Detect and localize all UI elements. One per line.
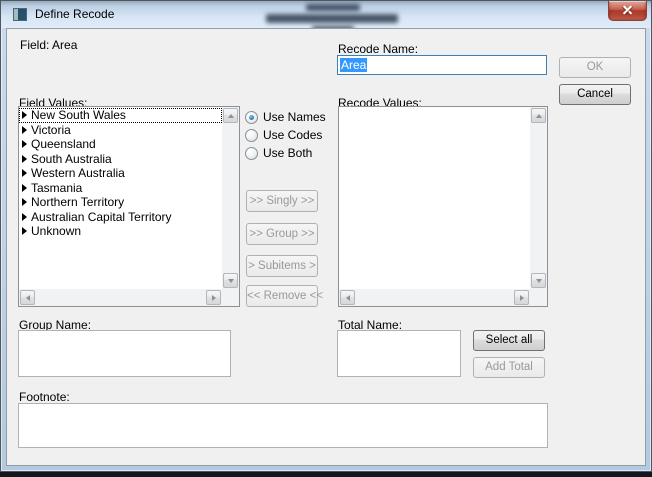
radio-button-icon xyxy=(245,147,258,160)
arrow-up-icon xyxy=(536,114,542,118)
radio-button-icon xyxy=(245,129,258,142)
remove-button[interactable]: << Remove << xyxy=(246,285,318,307)
background-window-blur xyxy=(266,14,398,23)
scroll-left-button[interactable] xyxy=(20,290,35,305)
radio-use-codes[interactable]: Use Codes xyxy=(245,128,322,142)
scrollbar-corner xyxy=(530,289,547,306)
group-button[interactable]: >> Group >> xyxy=(246,223,318,245)
list-item-label: Unknown xyxy=(31,224,81,239)
radio-button-icon xyxy=(245,111,258,124)
footnote-input[interactable] xyxy=(18,403,548,448)
list-item-label: South Australia xyxy=(31,152,112,167)
triangle-icon xyxy=(22,198,27,206)
field-values-listbox[interactable]: New South WalesVictoriaQueenslandSouth A… xyxy=(18,106,240,307)
list-item[interactable]: Victoria xyxy=(19,123,222,138)
triangle-icon xyxy=(22,184,27,192)
radio-label: Use Names xyxy=(263,110,326,124)
scroll-down-button[interactable] xyxy=(531,273,546,288)
triangle-icon xyxy=(22,126,27,134)
close-button[interactable] xyxy=(608,1,647,21)
scrollbar-corner xyxy=(222,289,239,306)
arrow-up-icon xyxy=(228,114,234,118)
recode-values-listbox[interactable] xyxy=(338,106,548,307)
scroll-up-button[interactable] xyxy=(223,108,238,123)
list-item-label: Northern Territory xyxy=(31,195,124,210)
select-all-button[interactable]: Select all xyxy=(473,330,545,351)
scroll-right-button[interactable] xyxy=(206,290,221,305)
radio-use-both[interactable]: Use Both xyxy=(245,146,312,160)
triangle-icon xyxy=(22,155,27,163)
list-item[interactable]: Tasmania xyxy=(19,181,222,196)
group-name-input[interactable] xyxy=(18,330,231,377)
list-item-label: Tasmania xyxy=(31,181,82,196)
list-item-label: Western Australia xyxy=(31,166,125,181)
scroll-down-button[interactable] xyxy=(223,273,238,288)
radio-use-names[interactable]: Use Names xyxy=(245,110,326,124)
recode-name-input[interactable]: Area xyxy=(337,55,547,75)
radio-label: Use Both xyxy=(263,146,312,160)
app-icon xyxy=(13,8,27,21)
total-name-input[interactable] xyxy=(337,330,461,377)
list-item-label: Australian Capital Territory xyxy=(31,210,172,225)
window-title: Define Recode xyxy=(35,1,114,27)
triangle-icon xyxy=(22,213,27,221)
subitems-button[interactable]: > Subitems > xyxy=(246,255,318,277)
add-total-button[interactable]: Add Total xyxy=(473,357,545,378)
radio-label: Use Codes xyxy=(263,128,322,142)
list-item[interactable]: Northern Territory xyxy=(19,195,222,210)
list-item[interactable]: New South Wales xyxy=(19,108,222,123)
list-item[interactable]: Queensland xyxy=(19,137,222,152)
horizontal-scrollbar[interactable] xyxy=(19,289,222,306)
list-item-label: Queensland xyxy=(31,137,96,152)
list-item[interactable]: South Australia xyxy=(19,152,222,167)
list-item[interactable]: Unknown xyxy=(19,224,222,239)
list-item[interactable]: Western Australia xyxy=(19,166,222,181)
field-label: Field: Area xyxy=(20,38,77,52)
background-window-blur xyxy=(306,4,360,11)
vertical-scrollbar[interactable] xyxy=(222,107,239,289)
scroll-up-button[interactable] xyxy=(531,108,546,123)
list-item-label: Victoria xyxy=(31,123,71,138)
ok-button[interactable]: OK xyxy=(559,57,631,78)
triangle-icon xyxy=(22,227,27,235)
scroll-right-button[interactable] xyxy=(514,290,529,305)
define-recode-dialog: Define Recode Field: Area Recode Name: A… xyxy=(0,0,652,472)
arrow-right-icon xyxy=(212,295,216,301)
singly-button[interactable]: >> Singly >> xyxy=(246,190,318,212)
titlebar[interactable]: Define Recode xyxy=(1,1,651,28)
recode-name-label: Recode Name: xyxy=(338,42,418,56)
triangle-icon xyxy=(22,140,27,148)
arrow-left-icon xyxy=(346,295,350,301)
cancel-button[interactable]: Cancel xyxy=(559,84,631,105)
dialog-body: Field: Area Recode Name: Area OK Cancel … xyxy=(6,28,646,466)
triangle-icon xyxy=(22,111,27,119)
footnote-label: Footnote: xyxy=(19,390,70,404)
triangle-icon xyxy=(22,169,27,177)
close-icon xyxy=(622,5,633,16)
arrow-right-icon xyxy=(520,295,524,301)
desktop-background: Define Recode Field: Area Recode Name: A… xyxy=(0,0,652,477)
list-item[interactable]: Australian Capital Territory xyxy=(19,210,222,225)
list-item-label: New South Wales xyxy=(31,108,126,123)
arrow-down-icon xyxy=(228,279,234,283)
scroll-left-button[interactable] xyxy=(340,290,355,305)
horizontal-scrollbar[interactable] xyxy=(339,289,530,306)
recode-name-value: Area xyxy=(340,58,367,72)
arrow-down-icon xyxy=(536,279,542,283)
vertical-scrollbar[interactable] xyxy=(530,107,547,289)
arrow-left-icon xyxy=(26,295,30,301)
